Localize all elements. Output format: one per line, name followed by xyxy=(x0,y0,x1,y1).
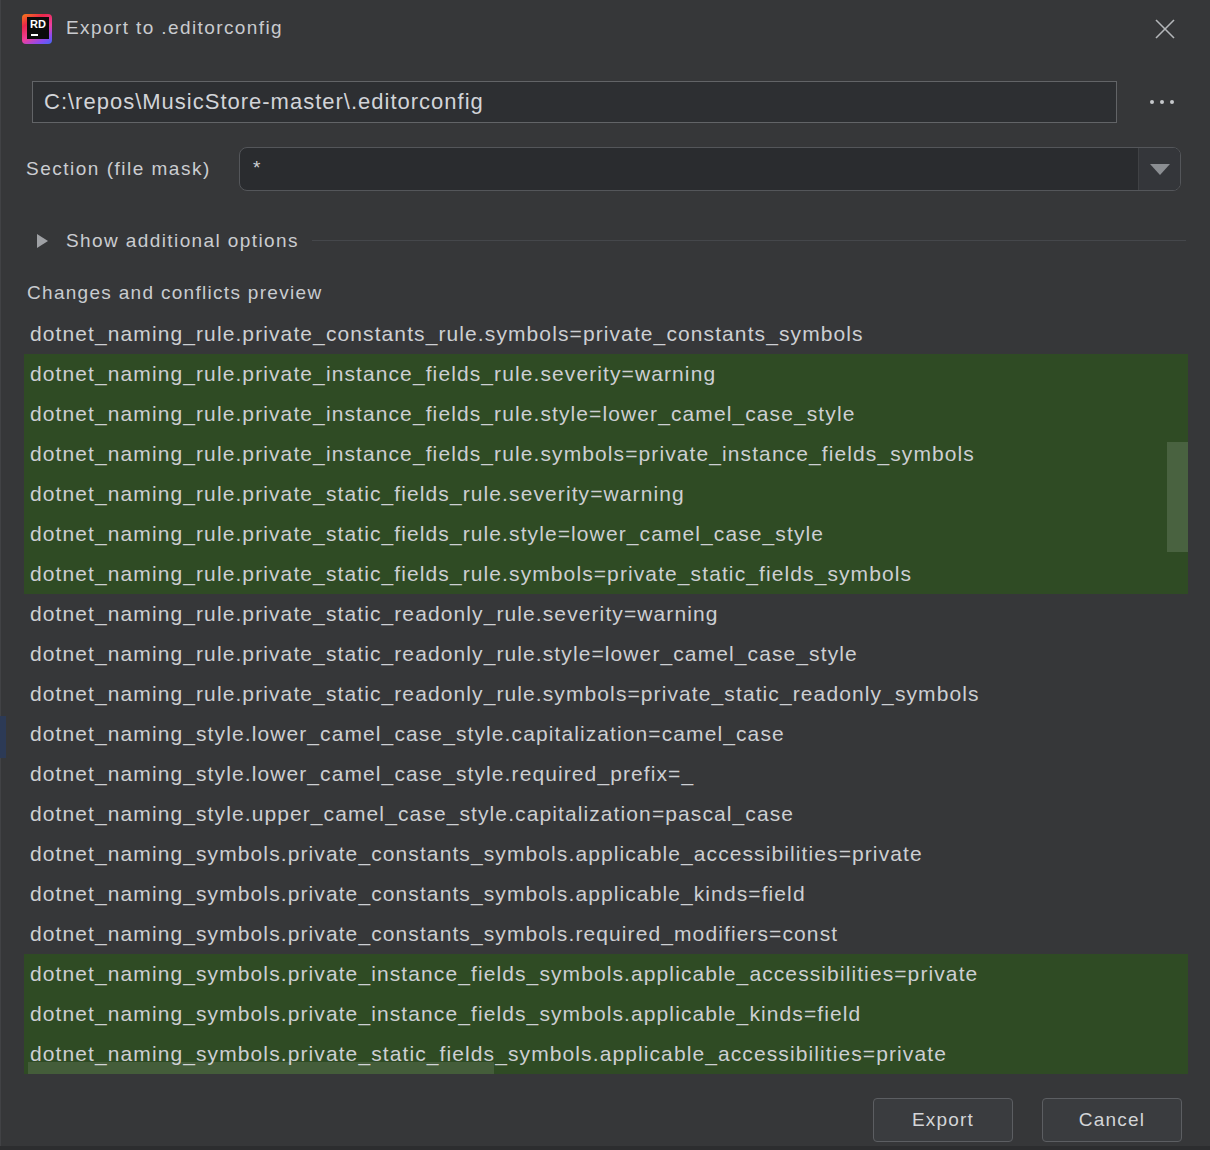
preview-row[interactable]: dotnet_naming_rule.private_static_fields… xyxy=(24,514,1188,554)
preview-row[interactable]: dotnet_naming_symbols.private_constants_… xyxy=(24,834,1188,874)
preview-row[interactable]: dotnet_naming_style.lower_camel_case_sty… xyxy=(24,754,1188,794)
expand-triangle-icon[interactable] xyxy=(37,234,48,248)
vertical-scrollbar-thumb[interactable] xyxy=(1167,442,1188,552)
preview-row[interactable]: dotnet_naming_rule.private_instance_fiel… xyxy=(24,394,1188,434)
dialog-title: Export to .editorconfig xyxy=(66,17,283,39)
preview-row[interactable]: dotnet_naming_symbols.private_instance_f… xyxy=(24,954,1188,994)
close-icon xyxy=(1153,17,1177,41)
editorconfig-path-value: C:\repos\MusicStore-master\.editorconfig xyxy=(44,89,484,115)
preview-row[interactable]: dotnet_naming_style.upper_camel_case_sty… xyxy=(24,794,1188,834)
file-mask-combobox[interactable]: * xyxy=(239,147,1181,191)
preview-row[interactable]: dotnet_naming_rule.private_static_readon… xyxy=(24,674,1188,714)
show-additional-options-label[interactable]: Show additional options xyxy=(66,230,299,252)
preview-row[interactable]: dotnet_naming_rule.private_constants_rul… xyxy=(24,314,1188,354)
rider-logo-icon: RD xyxy=(22,14,52,44)
export-editorconfig-dialog: { "window": { "title": "Export to .edito… xyxy=(0,0,1210,1150)
export-button[interactable]: Export xyxy=(873,1098,1013,1142)
ellipsis-icon xyxy=(1150,100,1154,104)
chevron-down-icon xyxy=(1150,164,1170,175)
separator-line xyxy=(312,240,1186,241)
browse-button[interactable] xyxy=(1140,89,1184,115)
preview-row[interactable]: dotnet_naming_rule.private_static_readon… xyxy=(24,594,1188,634)
preview-row[interactable]: dotnet_naming_style.lower_camel_case_sty… xyxy=(24,714,1188,754)
window-bottom-edge xyxy=(0,1146,1210,1150)
preview-row[interactable]: dotnet_naming_rule.private_instance_fiel… xyxy=(24,434,1188,474)
background-window-strip xyxy=(0,716,6,758)
editorconfig-path-input[interactable]: C:\repos\MusicStore-master\.editorconfig xyxy=(32,81,1117,123)
close-button[interactable] xyxy=(1150,14,1180,44)
cancel-button[interactable]: Cancel xyxy=(1042,1098,1182,1142)
preview-row[interactable]: dotnet_naming_symbols.private_constants_… xyxy=(24,874,1188,914)
preview-row[interactable]: dotnet_naming_rule.private_instance_fiel… xyxy=(24,354,1188,394)
preview-row[interactable]: dotnet_naming_symbols.private_instance_f… xyxy=(24,994,1188,1034)
section-file-mask-label: Section (file mask) xyxy=(26,158,211,180)
horizontal-scrollbar-thumb[interactable] xyxy=(28,1062,494,1074)
file-mask-value: * xyxy=(253,157,260,179)
preview-row[interactable]: dotnet_naming_rule.private_static_fields… xyxy=(24,474,1188,514)
preview-section-label: Changes and conflicts preview xyxy=(27,282,322,304)
preview-row[interactable]: dotnet_naming_symbols.private_constants_… xyxy=(24,914,1188,954)
preview-row[interactable]: dotnet_naming_rule.private_static_fields… xyxy=(24,554,1188,594)
preview-row[interactable]: dotnet_naming_rule.private_static_readon… xyxy=(24,634,1188,674)
window-left-edge xyxy=(0,0,1,1150)
file-mask-dropdown-button[interactable] xyxy=(1138,148,1180,190)
preview-list: dotnet_naming_rule.private_constants_rul… xyxy=(24,314,1188,1074)
